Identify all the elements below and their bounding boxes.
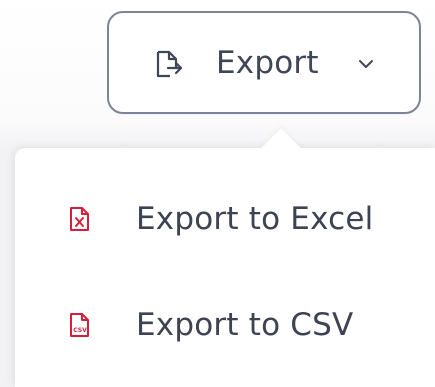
chevron-down-icon: [359, 60, 373, 68]
csv-file-icon: CSV: [70, 313, 89, 337]
export-button[interactable]: Export: [107, 11, 421, 114]
excel-file-icon: [70, 207, 89, 231]
menu-pointer: [261, 128, 301, 168]
export-dropdown-ui: Export Export to Excel CSV Export to CSV: [0, 0, 435, 387]
export-to-excel-label: Export to Excel: [136, 201, 374, 237]
export-to-csv-menu-item[interactable]: CSV Export to CSV: [15, 280, 435, 370]
export-icon: [156, 50, 183, 78]
export-to-csv-label: Export to CSV: [136, 307, 354, 343]
export-menu: Export to Excel CSV Export to CSV: [15, 128, 435, 387]
export-button-label: Export: [216, 45, 319, 81]
export-to-excel-menu-item[interactable]: Export to Excel: [15, 174, 435, 264]
csv-icon-text: CSV: [73, 327, 87, 334]
